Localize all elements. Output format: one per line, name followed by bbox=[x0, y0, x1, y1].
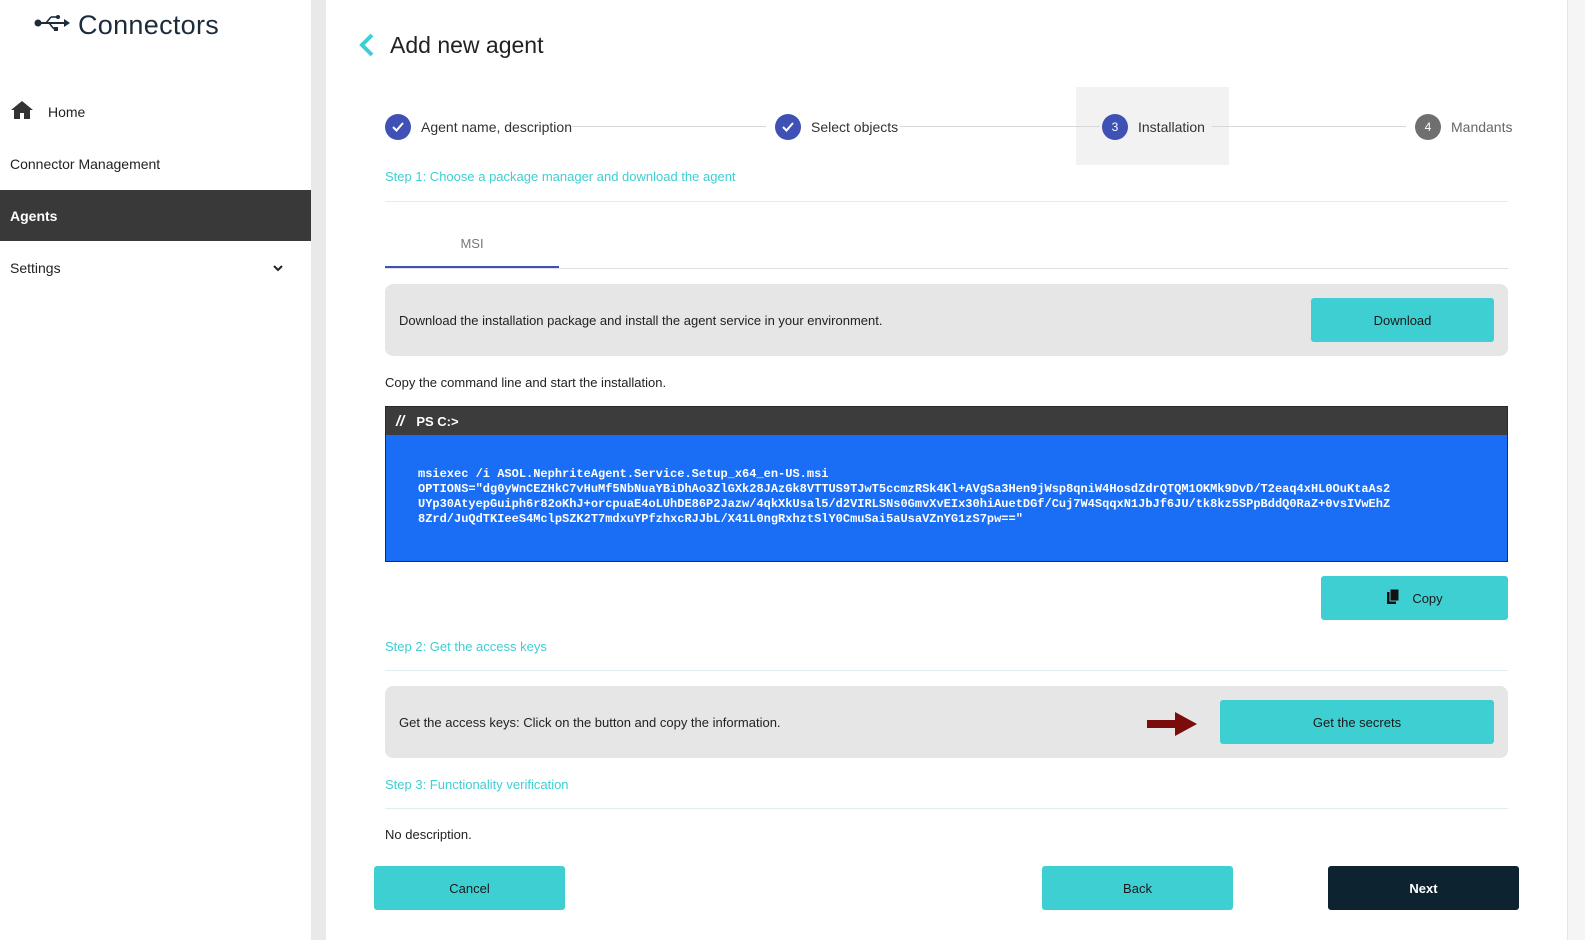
tab-divider bbox=[385, 268, 1508, 269]
copy-instruction: Copy the command line and start the inst… bbox=[385, 375, 667, 390]
sidebar-divider bbox=[311, 0, 326, 940]
console-prompt: PS C:> bbox=[416, 413, 459, 429]
copy-button-label: Copy bbox=[1412, 590, 1443, 606]
access-keys-instruction: Get the access keys: Click on the button… bbox=[399, 715, 781, 730]
stepper-connector bbox=[1212, 126, 1406, 127]
page-title: Add new agent bbox=[390, 32, 544, 58]
sidebar-item-settings[interactable]: Settings bbox=[0, 242, 311, 293]
copy-icon bbox=[1386, 588, 1400, 608]
step-number: 3 bbox=[1102, 114, 1128, 140]
command-console[interactable]: // PS C:> msiexec /i ASOL.NephriteAgent.… bbox=[385, 406, 1508, 562]
download-button[interactable]: Download bbox=[1311, 298, 1494, 342]
check-icon bbox=[775, 114, 801, 140]
step-select-objects[interactable]: Select objects bbox=[775, 114, 898, 140]
command-text: msiexec /i ASOL.NephriteAgent.Service.Se… bbox=[386, 435, 1507, 527]
get-secrets-button[interactable]: Get the secrets bbox=[1220, 700, 1494, 744]
next-button[interactable]: Next bbox=[1328, 866, 1519, 910]
command-line: UYp30AtyepGuiph6r82oKhJ+orcpuaE4oLUhDE86… bbox=[418, 497, 1391, 511]
step-label: Select objects bbox=[811, 119, 899, 135]
step2-title: Step 2: Get the access keys bbox=[385, 639, 547, 654]
brand[interactable]: Connectors bbox=[34, 10, 219, 41]
back-chevron-icon[interactable] bbox=[358, 32, 376, 63]
command-line: msiexec /i ASOL.NephriteAgent.Service.Se… bbox=[418, 467, 829, 481]
console-slashes-icon: // bbox=[396, 412, 405, 430]
step-installation[interactable]: 3 Installation bbox=[1102, 114, 1205, 140]
step1-title: Step 1: Choose a package manager and dow… bbox=[385, 169, 736, 184]
sidebar-item-label: Home bbox=[48, 103, 86, 120]
command-line: 8Zrd/JuQdTKIeeS4MclpSZK2T7mdxuYPfzhxcRJJ… bbox=[418, 512, 1023, 526]
step3-title: Step 3: Functionality verification bbox=[385, 777, 569, 792]
step3-description: No description. bbox=[385, 827, 472, 842]
step-label: Mandants bbox=[1451, 119, 1513, 135]
check-icon bbox=[385, 114, 411, 140]
step-number: 4 bbox=[1415, 114, 1441, 140]
scrollbar[interactable] bbox=[1567, 0, 1585, 940]
sidebar-item-agents[interactable]: Agents bbox=[0, 190, 311, 241]
section-divider bbox=[385, 808, 1508, 809]
usb-connector-icon bbox=[34, 13, 70, 38]
sidebar-item-label: Agents bbox=[10, 207, 58, 224]
sidebar-item-connector-management[interactable]: Connector Management bbox=[0, 138, 311, 189]
tab-msi[interactable]: MSI bbox=[385, 220, 559, 268]
section-divider bbox=[385, 201, 1508, 202]
step-agent-name[interactable]: Agent name, description bbox=[385, 114, 572, 140]
section-divider bbox=[385, 670, 1508, 671]
command-line: OPTIONS="dg0yWnCEZHkC7vHuMf5NbNuaYBiDhAo… bbox=[418, 482, 1391, 496]
sidebar-item-home[interactable]: Home bbox=[0, 86, 311, 137]
step-label: Installation bbox=[1138, 119, 1205, 135]
stepper-connector bbox=[572, 126, 766, 127]
step-label: Agent name, description bbox=[421, 119, 572, 135]
sidebar-item-label: Connector Management bbox=[10, 155, 161, 172]
home-icon bbox=[10, 100, 34, 123]
stepper-connector bbox=[900, 126, 1100, 127]
download-instruction: Download the installation package and in… bbox=[399, 313, 883, 328]
chevron-down-icon[interactable] bbox=[272, 260, 284, 276]
console-header: // PS C:> bbox=[386, 407, 1507, 435]
back-button[interactable]: Back bbox=[1042, 866, 1233, 910]
arrow-right-icon bbox=[1147, 710, 1199, 743]
brand-name: Connectors bbox=[78, 10, 220, 40]
sidebar: Connectors Home Connector Management Age… bbox=[0, 0, 312, 940]
cancel-button[interactable]: Cancel bbox=[374, 866, 565, 910]
sidebar-item-label: Settings bbox=[10, 259, 61, 276]
copy-button[interactable]: Copy bbox=[1321, 576, 1508, 620]
step-mandants[interactable]: 4 Mandants bbox=[1415, 114, 1512, 140]
